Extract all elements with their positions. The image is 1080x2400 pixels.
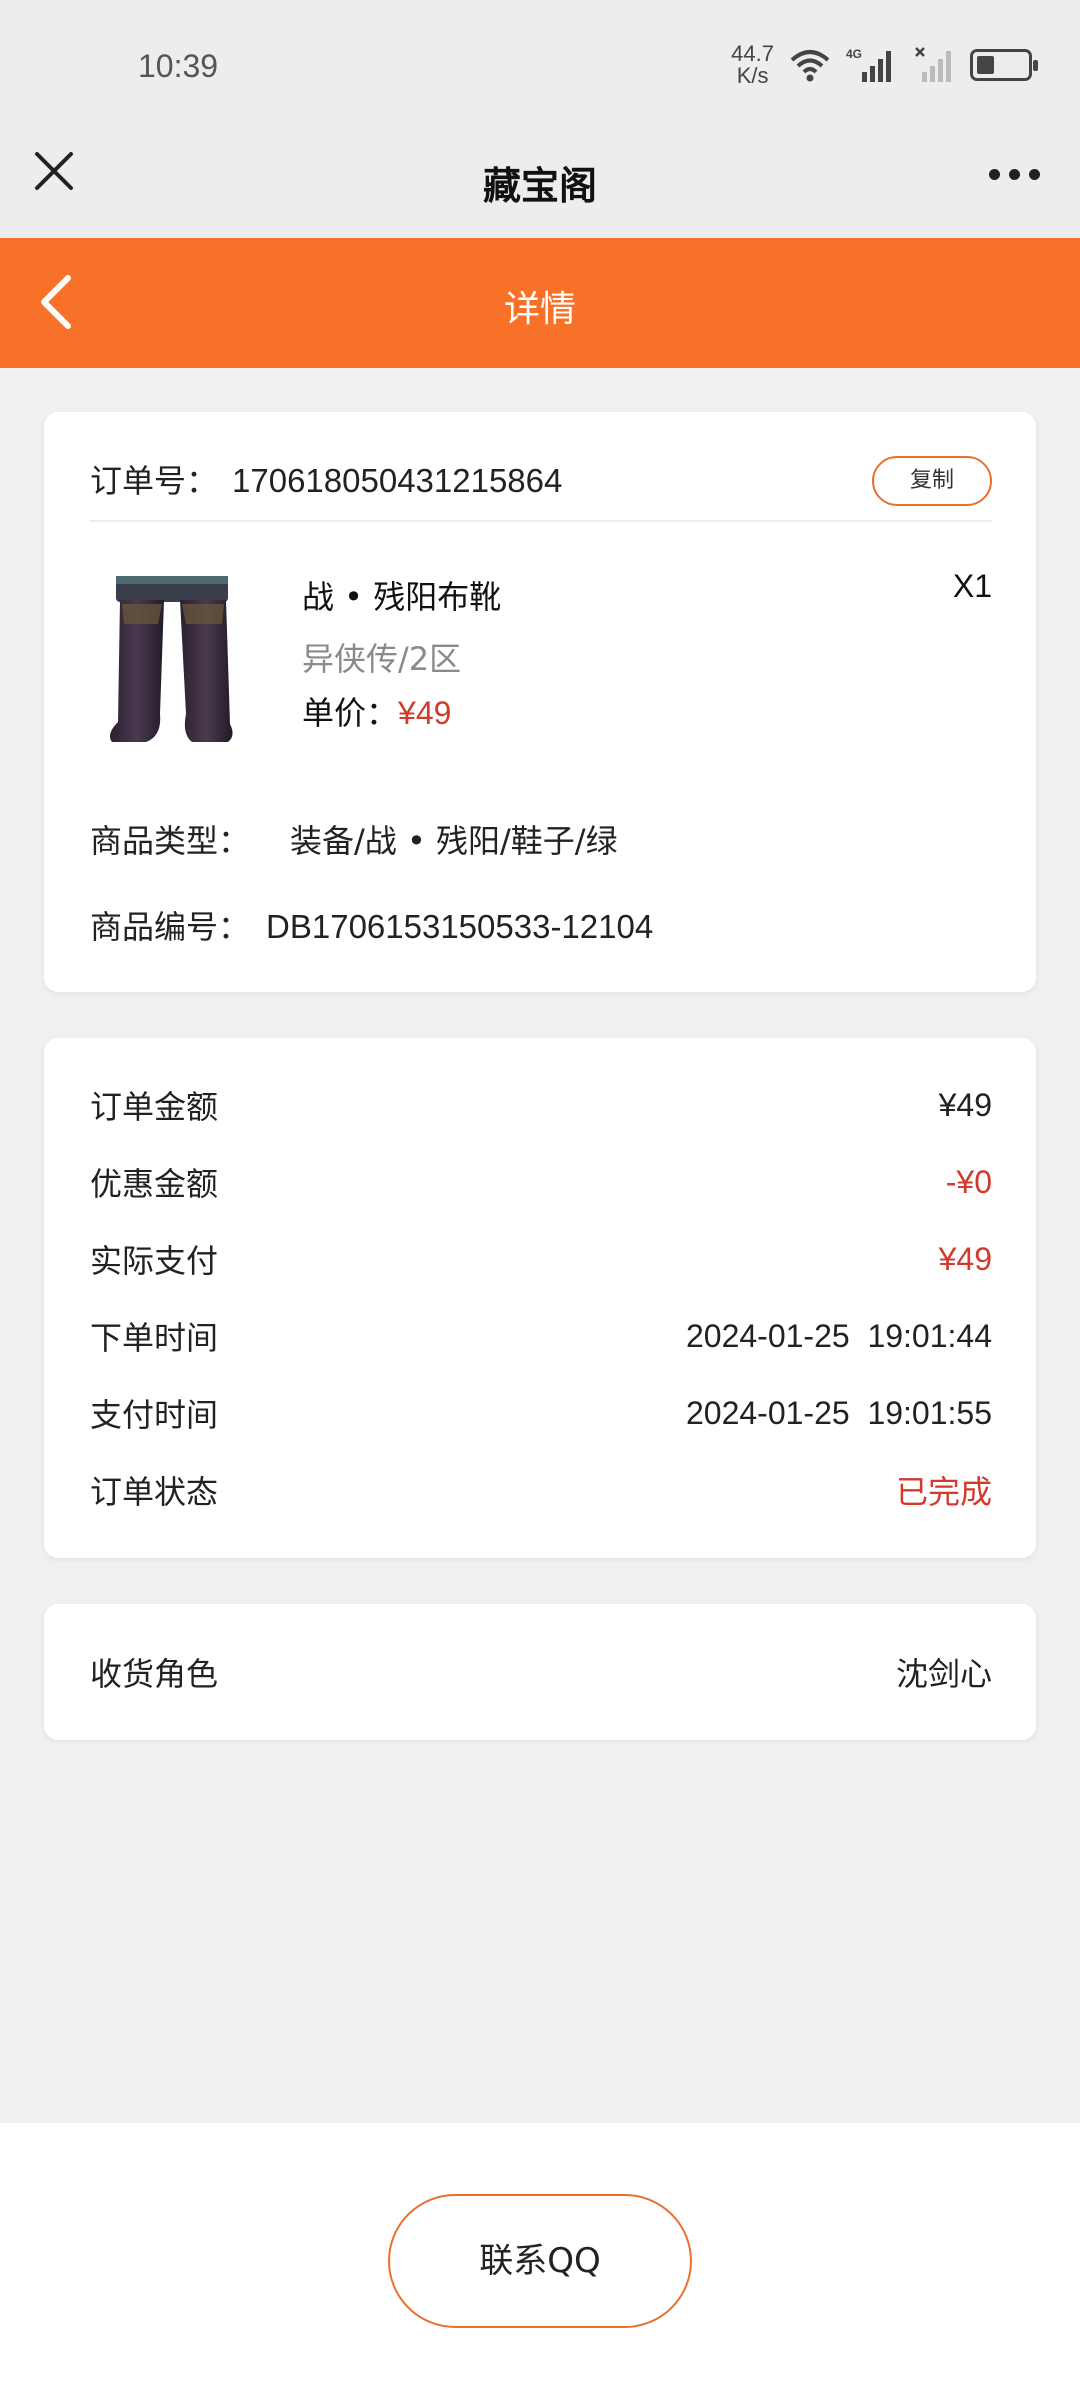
divider: [90, 520, 992, 522]
status-icons: 44.7 K/s 4G: [731, 40, 1038, 90]
product-type-label: 商品类型：: [90, 822, 251, 860]
receiver-value: 沈剑心: [895, 1655, 992, 1693]
product-type-row: 商品类型： 装备/战 • 残阳/鞋子/绿: [90, 816, 618, 862]
product-code-value: DB1706153150533-12104: [266, 908, 654, 945]
wifi-icon: [790, 50, 830, 82]
network-speed-unit: K/s: [736, 63, 769, 88]
summary-label: 实际支付: [90, 1242, 219, 1280]
product-server: 异侠传/2区: [302, 640, 462, 678]
more-options-icon[interactable]: [989, 169, 1040, 180]
summary-label: 支付时间: [90, 1396, 219, 1434]
summary-value: -¥0: [945, 1163, 992, 1200]
order-number-label: 订单号：: [90, 462, 219, 500]
order-number-row: 订单号： 170618050431215864: [90, 456, 562, 502]
product-name: 战 • 残阳布靴: [302, 578, 502, 616]
app-title: 藏宝阁: [482, 164, 597, 208]
network-type-label: 4G: [846, 47, 862, 61]
no-signal-icon: [915, 47, 951, 82]
product-image: [110, 576, 233, 742]
summary-label: 订单状态: [90, 1473, 219, 1511]
copy-button[interactable]: 复制: [872, 456, 992, 506]
product-price-row: 单价：¥49: [302, 688, 451, 734]
order-product-card: 订单号： 170618050431215864 复制 战 • 残阳布靴 X1 异侠…: [44, 412, 1036, 992]
bottom-action-bar: 联系QQ: [0, 2123, 1080, 2400]
summary-value: ¥49: [938, 1086, 992, 1123]
unit-price-label: 单价：: [302, 694, 399, 732]
contact-qq-button[interactable]: 联系QQ: [388, 2194, 692, 2328]
network-speed: 44.7 K/s: [731, 43, 774, 87]
product-quantity: X1: [952, 568, 992, 604]
summary-row-order-amount: 订单金额 ¥49: [90, 1080, 992, 1130]
summary-label: 订单金额: [90, 1088, 219, 1126]
app-title-bar: 藏宝阁: [0, 135, 1080, 238]
summary-value: 2024-01-25 19:01:44: [685, 1317, 992, 1354]
page-title: 详情: [503, 289, 576, 330]
battery-level: [977, 56, 994, 74]
product-code-row: 商品编号： DB1706153150533-12104: [90, 902, 653, 948]
status-bar: 10:39 44.7 K/s 4G: [0, 0, 1080, 135]
order-summary-card: 订单金额 ¥49 优惠金额 -¥0 实际支付 ¥49 下单时间 2024-01-…: [44, 1038, 1036, 1558]
summary-row-order-time: 下单时间 2024-01-25 19:01:44: [90, 1311, 992, 1361]
receiver-row: 收货角色 沈剑心: [90, 1646, 992, 1698]
receiver-card: 收货角色 沈剑心: [44, 1604, 1036, 1740]
product-type-value: 装备/战 • 残阳/鞋子/绿: [290, 822, 618, 860]
page-header: 详情: [0, 238, 1080, 368]
network-speed-value: 44.7: [731, 41, 774, 66]
receiver-label: 收货角色: [90, 1655, 219, 1693]
summary-row-actual-paid: 实际支付 ¥49: [90, 1234, 992, 1284]
summary-label: 优惠金额: [90, 1165, 219, 1203]
cellular-signal-icon: 4G: [846, 47, 891, 82]
summary-row-order-status: 订单状态 已完成: [90, 1465, 992, 1515]
battery-icon: [970, 49, 1038, 81]
summary-row-discount: 优惠金额 -¥0: [90, 1157, 992, 1207]
summary-row-pay-time: 支付时间 2024-01-25 19:01:55: [90, 1388, 992, 1438]
summary-value: 2024-01-25 19:01:55: [685, 1394, 992, 1431]
order-number: 170618050431215864: [232, 462, 563, 499]
summary-label: 下单时间: [90, 1319, 219, 1357]
order-status-value: 已完成: [895, 1473, 992, 1511]
status-time: 10:39: [138, 48, 219, 84]
unit-price-value: ¥49: [398, 695, 452, 731]
summary-value: ¥49: [938, 1240, 992, 1277]
product-code-label: 商品编号：: [90, 908, 251, 946]
